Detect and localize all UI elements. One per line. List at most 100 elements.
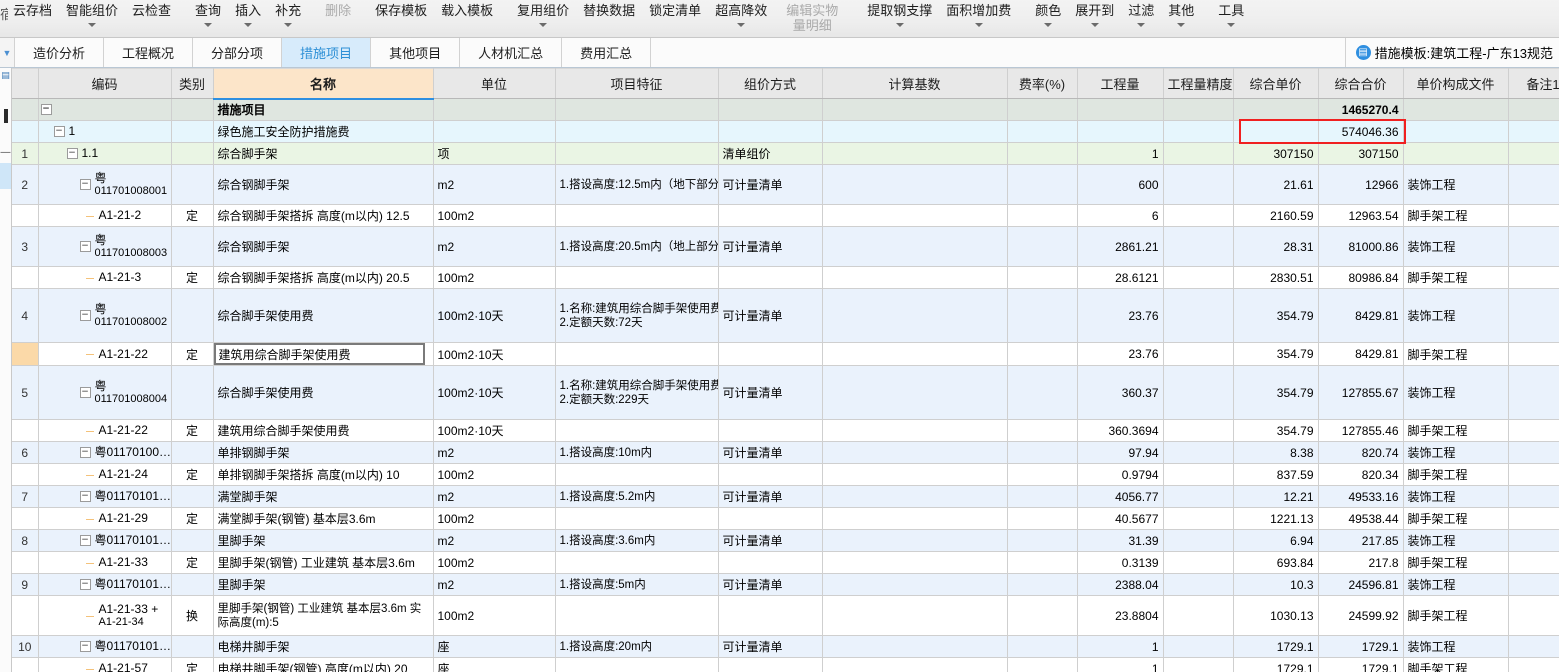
cell-code[interactable]: − 粤01170101…	[38, 573, 172, 596]
cell-file[interactable]: 脚手架工程	[1403, 595, 1509, 636]
grid-header-file[interactable]: 单价构成文件	[1403, 68, 1509, 99]
cell-unit[interactable]: 100m2·10天	[433, 365, 556, 420]
cell-kind[interactable]: 定	[171, 204, 214, 227]
cell-qty[interactable]: 40.5677	[1077, 507, 1164, 530]
cell-uprice[interactable]: 837.59	[1233, 463, 1319, 486]
cell-feature[interactable]: 1.搭设高度:5.2m内	[555, 485, 719, 508]
cell-name[interactable]: 单排钢脚手架	[213, 441, 434, 464]
cell-name[interactable]: 里脚手架(钢管) 工业建筑 基本层3.6m	[213, 551, 434, 574]
cell-feature[interactable]: 1.名称:建筑用综合脚手架使用费（地下部分）2.定额天数:72天	[555, 288, 719, 343]
cell-note[interactable]	[1508, 288, 1559, 343]
cell-prec[interactable]	[1163, 266, 1234, 289]
table-row[interactable]: A1-21-2 定综合钢脚手架搭拆 高度(m以内) 12.5 100m2 6 2160.…	[12, 204, 1559, 227]
name-editor-input[interactable]: 建筑用综合脚手架使用费	[213, 343, 425, 365]
cell-note[interactable]	[1508, 595, 1559, 636]
cell-base[interactable]	[822, 204, 1008, 227]
cell-unit[interactable]: 100m2	[433, 463, 556, 486]
cell-unit[interactable]: 100m2	[433, 551, 556, 574]
cell-total[interactable]: 1465270.4	[1318, 98, 1404, 121]
cell-unit[interactable]: m2	[433, 441, 556, 464]
table-row[interactable]: A1-21-24 定单排钢脚手架搭拆 高度(m以内) 10 100m2 0.9794 8…	[12, 463, 1559, 486]
table-row[interactable]: 9− 粤01170101… 里脚手架 m2 1.搭设高度:5m内 可计量清单 2388.04…	[12, 573, 1559, 596]
cell-prec[interactable]	[1163, 507, 1234, 530]
table-row[interactable]: A1-21-57 定电梯井脚手架(钢管) 高度(m以内) 20 座 1 1729.1 17…	[12, 657, 1559, 672]
chevron-down-icon[interactable]	[1137, 23, 1146, 27]
cell-name[interactable]: 单排钢脚手架搭拆 高度(m以内) 10	[213, 463, 434, 486]
panel-collapse-icon[interactable]: —	[1, 148, 11, 158]
cell-total[interactable]: 49538.44	[1318, 507, 1404, 530]
cell-base[interactable]	[822, 164, 1008, 205]
cell-code[interactable]: − 粤01170100…	[38, 441, 172, 464]
cell-file[interactable]	[1403, 142, 1509, 165]
cell-uprice[interactable]: 2830.51	[1233, 266, 1319, 289]
grid-header-rownum[interactable]	[12, 68, 39, 99]
cell-total[interactable]: 1729.1	[1318, 657, 1404, 672]
cell-rate[interactable]	[1007, 507, 1078, 530]
chevron-down-icon[interactable]	[1044, 23, 1053, 27]
cell-total[interactable]: 81000.86	[1318, 226, 1404, 267]
cell-rownum[interactable]: 8	[12, 529, 39, 552]
cell-mode[interactable]: 可计量清单	[718, 226, 823, 267]
cell-feature[interactable]	[555, 419, 719, 442]
cell-rownum[interactable]	[12, 507, 39, 530]
cell-rownum[interactable]: 5	[12, 365, 39, 420]
cell-rate[interactable]	[1007, 551, 1078, 574]
cell-code[interactable]: A1-21-33 + A1-21-34	[38, 595, 172, 636]
cell-feature[interactable]	[555, 98, 719, 121]
cell-code[interactable]: − 粤 011701008001	[38, 164, 172, 205]
cell-qty[interactable]: 97.94	[1077, 441, 1164, 464]
cell-total[interactable]: 127855.46	[1318, 419, 1404, 442]
cell-rownum[interactable]	[12, 551, 39, 574]
grid-header-total[interactable]: 综合合价	[1318, 68, 1404, 99]
cell-mode[interactable]	[718, 551, 823, 574]
cell-code[interactable]: A1-21-22	[38, 342, 172, 366]
cell-unit[interactable]: 座	[433, 635, 556, 658]
cell-mode[interactable]: 可计量清单	[718, 485, 823, 508]
cell-kind[interactable]	[171, 120, 214, 143]
cell-base[interactable]	[822, 266, 1008, 289]
cell-rate[interactable]	[1007, 342, 1078, 366]
cell-kind[interactable]: 定	[171, 657, 214, 672]
collapse-expander-icon[interactable]: −	[79, 535, 91, 546]
cell-feature[interactable]: 1.搭设高度:3.6m内	[555, 529, 719, 552]
cell-total[interactable]: 1729.1	[1318, 635, 1404, 658]
cell-note[interactable]	[1508, 573, 1559, 596]
cell-feature[interactable]	[555, 142, 719, 165]
cell-uprice[interactable]: 12.21	[1233, 485, 1319, 508]
tab-5[interactable]: 人材机汇总	[460, 38, 563, 67]
grid-header-qty[interactable]: 工程量	[1077, 68, 1164, 99]
cell-rate[interactable]	[1007, 226, 1078, 267]
cell-note[interactable]	[1508, 463, 1559, 486]
tab-0[interactable]: 造价分析	[14, 38, 105, 67]
cell-rate[interactable]	[1007, 365, 1078, 420]
cell-base[interactable]	[822, 657, 1008, 672]
cell-mode[interactable]	[718, 595, 823, 636]
tab-2[interactable]: 分部分项	[193, 38, 283, 67]
chevron-down-icon[interactable]	[244, 23, 253, 27]
cell-uprice[interactable]: 354.79	[1233, 342, 1319, 366]
cell-prec[interactable]	[1163, 573, 1234, 596]
cell-name[interactable]: 综合钢脚手架搭拆 高度(m以内) 12.5	[213, 204, 434, 227]
toolbar-button-4[interactable]: 插入	[228, 0, 268, 27]
cell-uprice[interactable]: 2160.59	[1233, 204, 1319, 227]
chevron-down-icon[interactable]	[284, 23, 293, 27]
collapse-expander-icon[interactable]: −	[66, 148, 78, 159]
cell-uprice[interactable]: 6.94	[1233, 529, 1319, 552]
cell-note[interactable]	[1508, 142, 1559, 165]
cell-total[interactable]: 820.74	[1318, 441, 1404, 464]
cell-file[interactable]: 脚手架工程	[1403, 204, 1509, 227]
cell-mode[interactable]	[718, 657, 823, 672]
table-row[interactable]: 8− 粤01170101… 里脚手架 m2 1.搭设高度:3.6m内 可计量清单 31.39…	[12, 529, 1559, 552]
cell-rate[interactable]	[1007, 657, 1078, 672]
table-row[interactable]: 2− 粤 011701008001 综合钢脚手架 m2 1.搭设高度:12.5m内（地下部…	[12, 164, 1559, 205]
cell-note[interactable]	[1508, 342, 1559, 366]
cell-kind[interactable]: 定	[171, 266, 214, 289]
cell-file[interactable]: 装饰工程	[1403, 573, 1509, 596]
cell-uprice[interactable]: 1729.1	[1233, 635, 1319, 658]
cell-feature[interactable]	[555, 507, 719, 530]
cell-prec[interactable]	[1163, 164, 1234, 205]
cell-qty[interactable]: 600	[1077, 164, 1164, 205]
table-row[interactable]: 10− 粤01170101… 电梯井脚手架座 1.搭设高度:20m内 可计量清单 1 172…	[12, 635, 1559, 658]
cell-file[interactable]: 装饰工程	[1403, 441, 1509, 464]
panel-toggle-icon[interactable]: ▤	[1, 70, 10, 81]
